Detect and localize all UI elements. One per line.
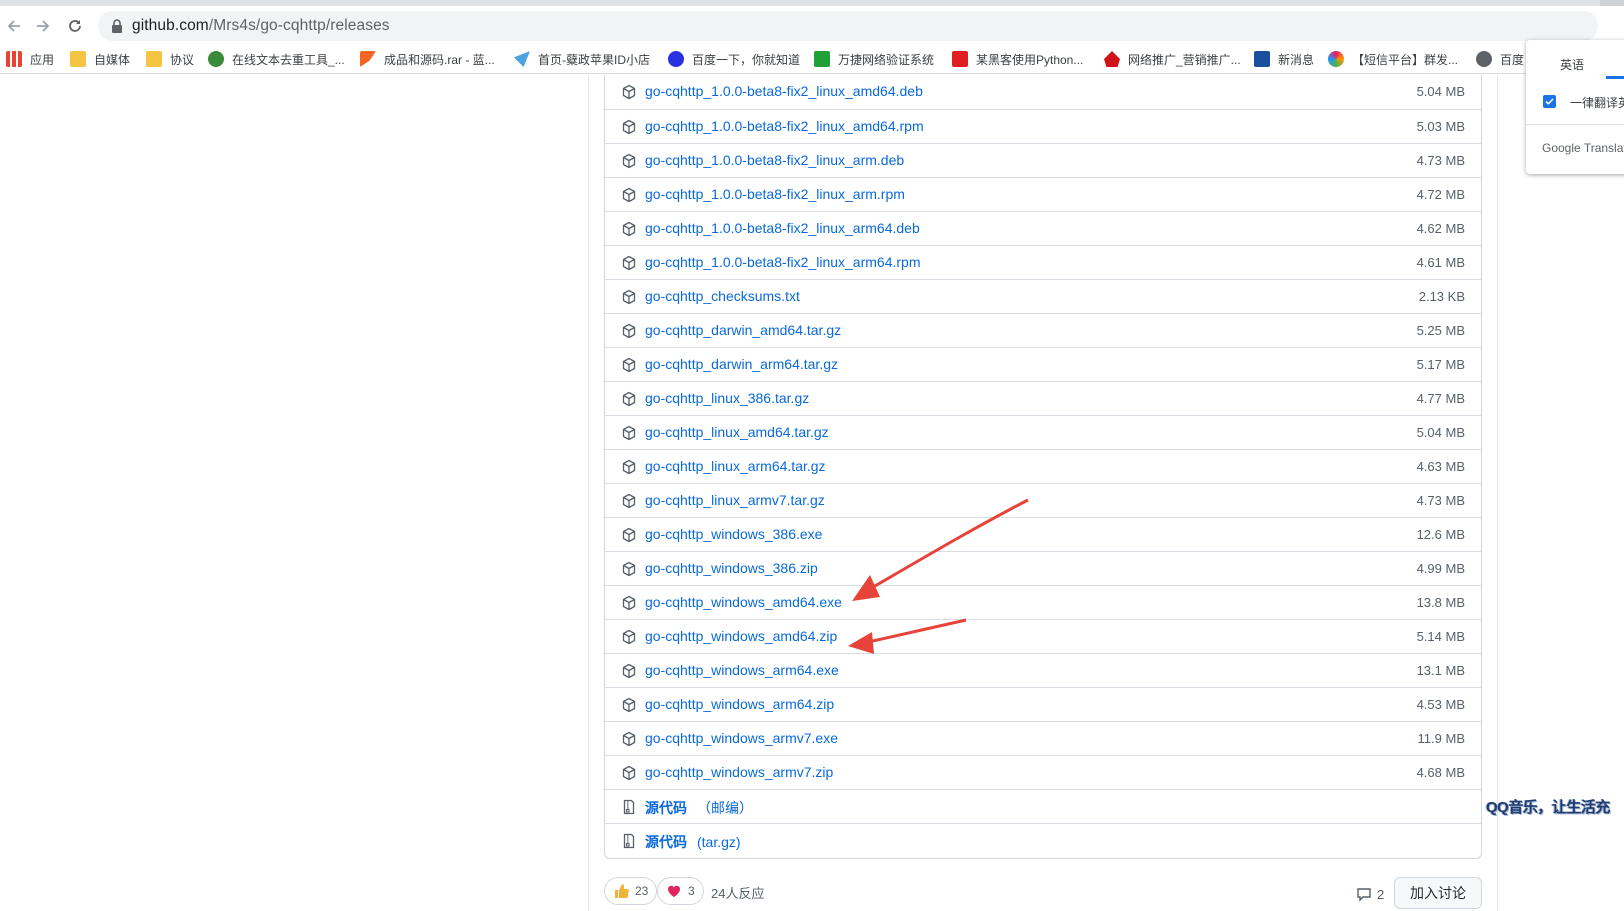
translate-popup: 英语 一律翻译英 Google Translat (1526, 40, 1624, 174)
reactions-summary: 24人反应 (711, 886, 765, 901)
comments-link[interactable]: 2 (1356, 886, 1384, 902)
translate-language-tab[interactable]: 英语 (1560, 56, 1584, 73)
checkmark-icon (1545, 98, 1554, 105)
google-translate-brand: Google Translat (1542, 141, 1624, 155)
always-translate-label: 一律翻译英 (1570, 96, 1624, 110)
thumbs-up-count: 23 (635, 884, 649, 898)
annotation-arrows (848, 498, 1029, 654)
translate-tab-indicator (1606, 76, 1624, 79)
comments-count: 2 (1377, 886, 1385, 902)
heart-icon (668, 885, 680, 897)
thumbs-up-reaction[interactable]: 23 (604, 877, 658, 905)
heart-count: 3 (688, 884, 695, 898)
join-discussion-button[interactable]: 加入讨论 (1394, 877, 1482, 909)
heart-reaction[interactable]: 3 (657, 877, 704, 905)
translate-divider (1526, 124, 1624, 125)
comment-icon (1357, 888, 1371, 902)
arrow-to-amd64-zip (848, 618, 967, 654)
always-translate-checkbox[interactable] (1543, 95, 1556, 108)
thumbs-up-icon (615, 884, 629, 898)
arrow-to-amd64-exe (852, 498, 1029, 601)
qq-music-overlay-text: QQ音乐，让生活充 (1486, 799, 1610, 816)
